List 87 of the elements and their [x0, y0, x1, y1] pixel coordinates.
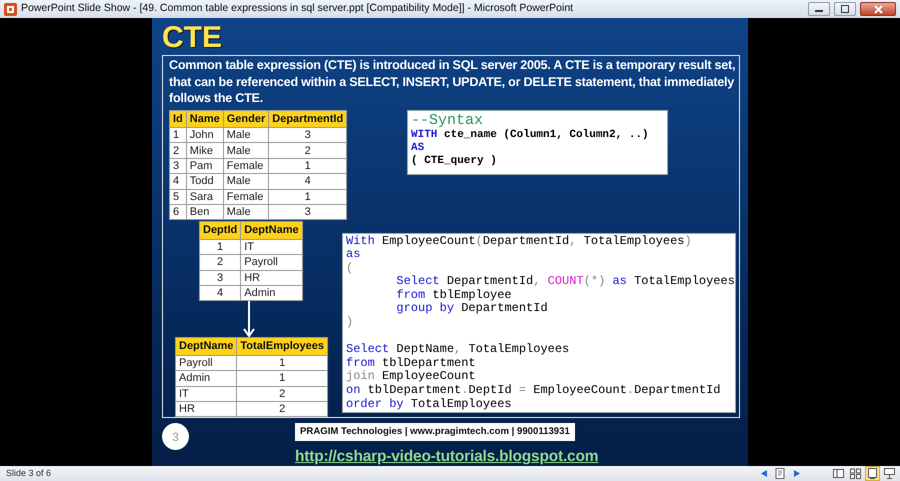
- code-line: order by TotalEmployees: [346, 398, 513, 412]
- code-line: on tblDepartment.DeptId = EmployeeCount.DepartmentId: [346, 384, 722, 398]
- blog-link[interactable]: http://csharp-video-tutorials.blogspot.com: [295, 445, 598, 469]
- code-line: Select DeptName, TotalEmployees: [346, 343, 570, 357]
- table-cell: 5: [170, 189, 186, 204]
- table-cell: 3: [170, 158, 186, 174]
- comment-line: --Syntax: [411, 112, 484, 128]
- code-line: (: [346, 262, 354, 276]
- table-cell: 4: [268, 174, 347, 190]
- table-cell: 3: [200, 270, 241, 286]
- code-line: AS: [411, 142, 426, 154]
- close-button[interactable]: [860, 2, 896, 16]
- table-cell: Female: [223, 158, 269, 174]
- column-header: DepartmentId: [268, 110, 347, 128]
- table-cell: IT: [176, 386, 237, 402]
- table-cell: 1: [236, 370, 328, 386]
- table-cell: 1: [268, 189, 347, 204]
- table-cell: Female: [223, 189, 269, 204]
- credit-text: PRAGIM Technologies | www.pragimtech.com | 9900113931: [295, 423, 575, 442]
- slide-title: CTE: [162, 21, 222, 54]
- window-title: PowerPoint Slide Show - [49. Common table expressions in sql server.ppt [Compatibility Mode]] - Microsoft PowerPoint: [21, 1, 574, 16]
- table-cell: 1: [170, 128, 186, 143]
- maximize-button[interactable]: [834, 2, 856, 16]
- table-cell: IT: [240, 239, 302, 255]
- column-header: DeptName: [240, 222, 302, 240]
- column-header: DeptName: [176, 338, 237, 356]
- table-cell: HR: [240, 270, 302, 286]
- table-cell: Payroll: [176, 355, 237, 371]
- slide-show-button[interactable]: [883, 467, 896, 480]
- column-header: Id: [170, 110, 186, 128]
- code-line: as: [346, 248, 362, 262]
- table-cell: Payroll: [240, 254, 302, 270]
- table-cell: 4: [200, 286, 241, 301]
- screen-icon: [883, 467, 896, 480]
- slide-sorter-button[interactable]: [849, 467, 862, 480]
- code-line: ( CTE_query ): [411, 154, 498, 168]
- table-cell: 1: [236, 355, 328, 371]
- table-cell: 2: [200, 254, 241, 270]
- table-cell: Sara: [186, 189, 224, 204]
- maximize-icon: [841, 5, 849, 13]
- table-cell: Admin: [176, 370, 237, 386]
- column-header: Name: [186, 110, 224, 128]
- table-cell: Male: [223, 174, 269, 190]
- grid-icon: [849, 467, 862, 480]
- code-line: group by DepartmentId: [395, 302, 549, 316]
- column-header: TotalEmployees: [236, 338, 328, 356]
- slide-number: 3: [162, 423, 189, 450]
- page-icon: [866, 467, 879, 480]
- code-line: WITH cte_name (Column1, Column2, ..): [411, 128, 650, 142]
- table-cell: Pam: [186, 158, 224, 174]
- table-cell: Mike: [186, 142, 224, 158]
- code-line: join EmployeeCount: [346, 370, 477, 384]
- code-line: from tblEmployee: [395, 288, 513, 302]
- intro-text: Common table expression (CTE) is introduced in SQL server 2005. A CTE is a temporary result set, that can be referenced within a SELECT, INSERT, UPDATE, or DELETE statement, that immediately follows the CTE.: [169, 57, 736, 106]
- table-cell: Admin: [240, 286, 302, 301]
- code-line: Select DepartmentId, COUNT(*) as TotalEmployees: [395, 275, 732, 289]
- table-cell: HR: [176, 402, 237, 417]
- column-header: Gender: [223, 110, 269, 128]
- table-cell: John: [186, 128, 224, 143]
- code-line: from tblDepartment: [346, 356, 477, 370]
- code-line: ): [346, 316, 354, 330]
- code-line: With EmployeeCount(DepartmentId, TotalEmployees): [346, 234, 693, 248]
- notes-button[interactable]: [774, 467, 787, 480]
- normal-view-button[interactable]: [832, 467, 845, 480]
- table-cell: Ben: [186, 204, 224, 220]
- page-icon: [774, 467, 787, 480]
- table-cell: Male: [223, 142, 269, 158]
- slide-counter: Slide 3 of 6: [6, 466, 52, 480]
- table-cell: Male: [223, 128, 269, 143]
- powerpoint-icon: [4, 2, 17, 16]
- table-cell: Todd: [186, 174, 224, 190]
- table-cell: 3: [268, 128, 347, 143]
- column-header: DeptId: [200, 222, 241, 240]
- table-cell: 1: [200, 239, 241, 255]
- table-cell: 1: [268, 158, 347, 174]
- table-cell: 3: [268, 204, 347, 220]
- table-cell: 2: [236, 386, 328, 402]
- table-cell: Male: [223, 204, 269, 220]
- split-panel-icon: [832, 467, 845, 480]
- table-cell: 2: [236, 402, 328, 417]
- reading-view-button[interactable]: [866, 467, 879, 480]
- table-cell: 6: [170, 204, 186, 220]
- table-cell: 4: [170, 174, 186, 190]
- table-cell: 2: [268, 142, 347, 158]
- minimize-button[interactable]: [808, 2, 830, 16]
- table-cell: 2: [170, 142, 186, 158]
- close-icon: [874, 4, 882, 14]
